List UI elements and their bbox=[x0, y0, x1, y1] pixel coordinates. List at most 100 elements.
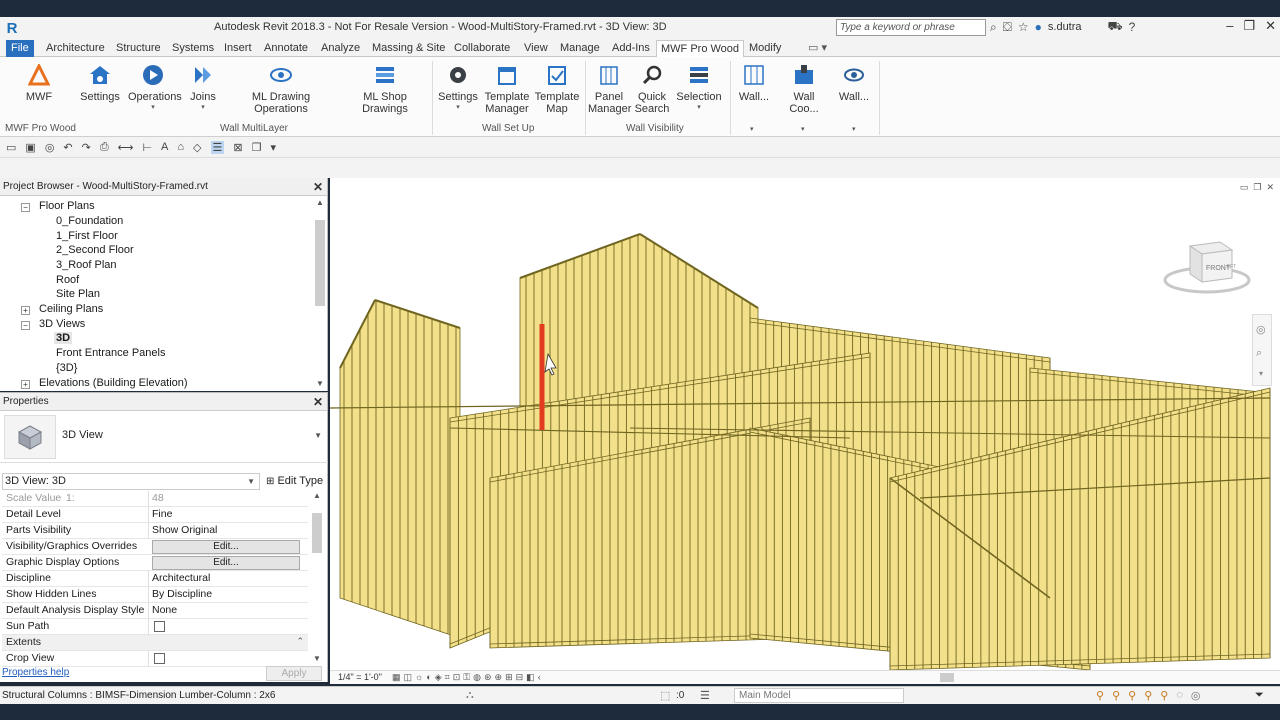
prop-value[interactable]: None bbox=[152, 604, 177, 616]
vg-overrides-edit-button[interactable]: Edit... bbox=[152, 540, 300, 554]
tab-systems[interactable]: Systems bbox=[168, 40, 218, 57]
prop-value[interactable]: Show Original bbox=[152, 524, 217, 536]
mwf-button[interactable]: MWF bbox=[22, 63, 56, 103]
tree-item-first-floor[interactable]: 1_First Floor bbox=[56, 230, 118, 242]
crop-icon[interactable]: ⌗ bbox=[445, 672, 450, 683]
tab-insert[interactable]: Insert bbox=[220, 40, 256, 57]
cart-icon[interactable]: ⛟ bbox=[1108, 19, 1123, 35]
text-icon[interactable]: A bbox=[161, 141, 168, 153]
tree-item-ceiling-plans[interactable]: Ceiling Plans bbox=[39, 303, 103, 315]
search-input[interactable]: Type a keyword or phrase bbox=[836, 19, 986, 36]
prop-row-parts-visibility[interactable]: Parts Visibility Show Original bbox=[2, 523, 308, 539]
redo-icon[interactable]: ↷ bbox=[82, 141, 91, 154]
settings-button[interactable]: Settings bbox=[80, 63, 120, 103]
drag-elements-icon[interactable]: ⚲ bbox=[1160, 689, 1168, 702]
ml-shop-drawings-button[interactable]: ML Shop Drawings bbox=[342, 63, 428, 115]
close-icon[interactable]: ✕ bbox=[1265, 18, 1276, 34]
detail-level-icon[interactable]: ▦ bbox=[392, 672, 401, 683]
template-map-button[interactable]: Template Map bbox=[534, 63, 580, 115]
3d-viewport[interactable]: ▭ ❐ ✕ FRONT LEFT ◎ ⌕ ▾ 1/4" = 1'-0" ▦ ◫ … bbox=[330, 178, 1280, 684]
wall-setup-settings-button[interactable]: Settings ▾ bbox=[438, 63, 478, 111]
subscription-icon[interactable]: ⛋ bbox=[1003, 20, 1012, 35]
tree-item-site-plan[interactable]: Site Plan bbox=[56, 288, 100, 300]
type-selector[interactable]: 3D View ▼ bbox=[0, 411, 328, 463]
collapse-icon[interactable]: − bbox=[21, 321, 30, 330]
scroll-thumb[interactable] bbox=[312, 513, 322, 553]
prop-row-hidden-lines[interactable]: Show Hidden Lines By Discipline bbox=[2, 587, 308, 603]
user-icon[interactable]: ● bbox=[1035, 20, 1042, 34]
tab-massing-site[interactable]: Massing & Site bbox=[368, 40, 449, 57]
tab-file[interactable]: File bbox=[6, 40, 34, 57]
edit-type-button[interactable]: ⊞ Edit Type bbox=[263, 473, 323, 490]
dimension-icon[interactable]: ⊢ bbox=[142, 141, 152, 154]
tree-item-3d[interactable]: 3D bbox=[54, 332, 73, 344]
project-browser-scrollbar[interactable]: ▲ ▼ bbox=[315, 198, 325, 388]
tree-item-3d-default[interactable]: {3D} bbox=[56, 362, 77, 374]
horizontal-scroll-thumb[interactable] bbox=[940, 673, 954, 682]
tab-add-ins[interactable]: Add-Ins bbox=[608, 40, 654, 57]
tree-item-foundation[interactable]: 0_Foundation bbox=[56, 215, 123, 227]
tree-item-roof[interactable]: Roof bbox=[56, 274, 79, 286]
operations-button[interactable]: Operations ▾ bbox=[128, 63, 182, 111]
render-icon[interactable]: ◈ bbox=[435, 672, 442, 683]
quick-search-button[interactable]: Quick Search bbox=[634, 63, 670, 115]
tab-view[interactable]: View bbox=[520, 40, 552, 57]
ribbon-options-icon[interactable]: ▭ ▾ bbox=[804, 40, 831, 57]
filter-status-icon[interactable]: ◎ bbox=[1191, 689, 1201, 702]
collapse-group-icon[interactable]: ⌃ bbox=[296, 636, 304, 647]
prop-value[interactable]: Fine bbox=[152, 508, 172, 520]
select-underlay-icon[interactable]: ⚲ bbox=[1112, 689, 1120, 702]
minimize-icon[interactable]: – bbox=[1226, 18, 1233, 34]
view-scale[interactable]: 1/4" = 1'-0" bbox=[338, 672, 382, 682]
properties-help-link[interactable]: Properties help bbox=[2, 667, 69, 678]
restore-icon[interactable]: ❐ bbox=[1253, 182, 1261, 193]
active-model-selector[interactable]: Main Model bbox=[734, 688, 904, 703]
close-hidden-icon[interactable]: ⊠ bbox=[233, 141, 242, 154]
wall-coordination-button[interactable]: Wall Coo... bbox=[780, 63, 828, 115]
measure-icon[interactable]: ⟷ bbox=[118, 141, 134, 154]
tree-item-3d-views[interactable]: 3D Views bbox=[39, 318, 85, 330]
filter-icon[interactable]: ⏷ bbox=[1255, 689, 1264, 702]
wall-2-dropdown[interactable]: ▾ bbox=[852, 125, 856, 133]
wall-button-2[interactable]: Wall... bbox=[836, 63, 872, 103]
crop-visibility-icon[interactable]: ⊡ bbox=[453, 672, 461, 683]
prop-group-extents[interactable]: Extents ⌃ bbox=[2, 635, 308, 651]
star-icon[interactable]: ☆ bbox=[1018, 20, 1029, 34]
tab-mwf-pro-wood[interactable]: MWF Pro Wood bbox=[656, 40, 745, 57]
prop-row-detail-level[interactable]: Detail Level Fine bbox=[2, 507, 308, 523]
revit-logo-icon[interactable]: R bbox=[3, 19, 21, 37]
collapse-icon[interactable]: − bbox=[21, 203, 30, 212]
scroll-thumb[interactable] bbox=[315, 220, 325, 306]
wall-coo-dropdown[interactable]: ▾ bbox=[801, 125, 805, 133]
customize-qat-icon[interactable]: ▾ bbox=[270, 141, 276, 154]
select-links-icon[interactable]: ⚲ bbox=[1096, 689, 1104, 702]
apply-button[interactable]: Apply bbox=[266, 666, 322, 681]
instance-selector[interactable]: 3D View: 3D ▼ bbox=[2, 473, 260, 490]
expand-icon[interactable]: + bbox=[21, 380, 30, 389]
scroll-down-icon[interactable]: ▼ bbox=[316, 379, 324, 388]
tab-collaborate[interactable]: Collaborate bbox=[450, 40, 514, 57]
editable-only-icon[interactable]: ⬚ bbox=[660, 689, 670, 702]
wall-1-dropdown[interactable]: ▾ bbox=[750, 125, 754, 133]
ml-drawing-operations-button[interactable]: ML Drawing Operations bbox=[228, 63, 334, 115]
selection-button[interactable]: Selection ▾ bbox=[676, 63, 722, 111]
scroll-left-icon[interactable]: ‹ bbox=[538, 672, 541, 683]
open-icon[interactable]: ▭ bbox=[6, 141, 16, 154]
section-icon[interactable]: ◇ bbox=[193, 141, 201, 154]
tab-manage[interactable]: Manage bbox=[556, 40, 604, 57]
scroll-down-icon[interactable]: ▼ bbox=[313, 654, 321, 663]
scroll-up-icon[interactable]: ▲ bbox=[313, 491, 321, 500]
tree-item-second-floor[interactable]: 2_Second Floor bbox=[56, 244, 134, 256]
tree-item-elevations[interactable]: Elevations (Building Elevation) bbox=[39, 377, 188, 389]
visual-style-icon[interactable]: ◫ bbox=[404, 672, 413, 683]
analysis-icon[interactable]: ⊞ bbox=[505, 672, 513, 683]
crop-view-checkbox[interactable] bbox=[154, 653, 165, 664]
design-options-icon[interactable]: ☰ bbox=[700, 689, 710, 702]
highlight-icon[interactable]: ◧ bbox=[526, 672, 535, 683]
panel-manager-button[interactable]: Panel Manager bbox=[588, 63, 631, 115]
save-icon[interactable]: ▣ bbox=[25, 141, 35, 154]
default-3d-icon[interactable]: ⌂ bbox=[177, 141, 184, 153]
properties-scrollbar[interactable]: ▲ ▼ bbox=[312, 491, 322, 663]
switch-windows-icon[interactable]: ❐ bbox=[252, 141, 262, 154]
prop-value[interactable]: Architectural bbox=[152, 572, 210, 584]
